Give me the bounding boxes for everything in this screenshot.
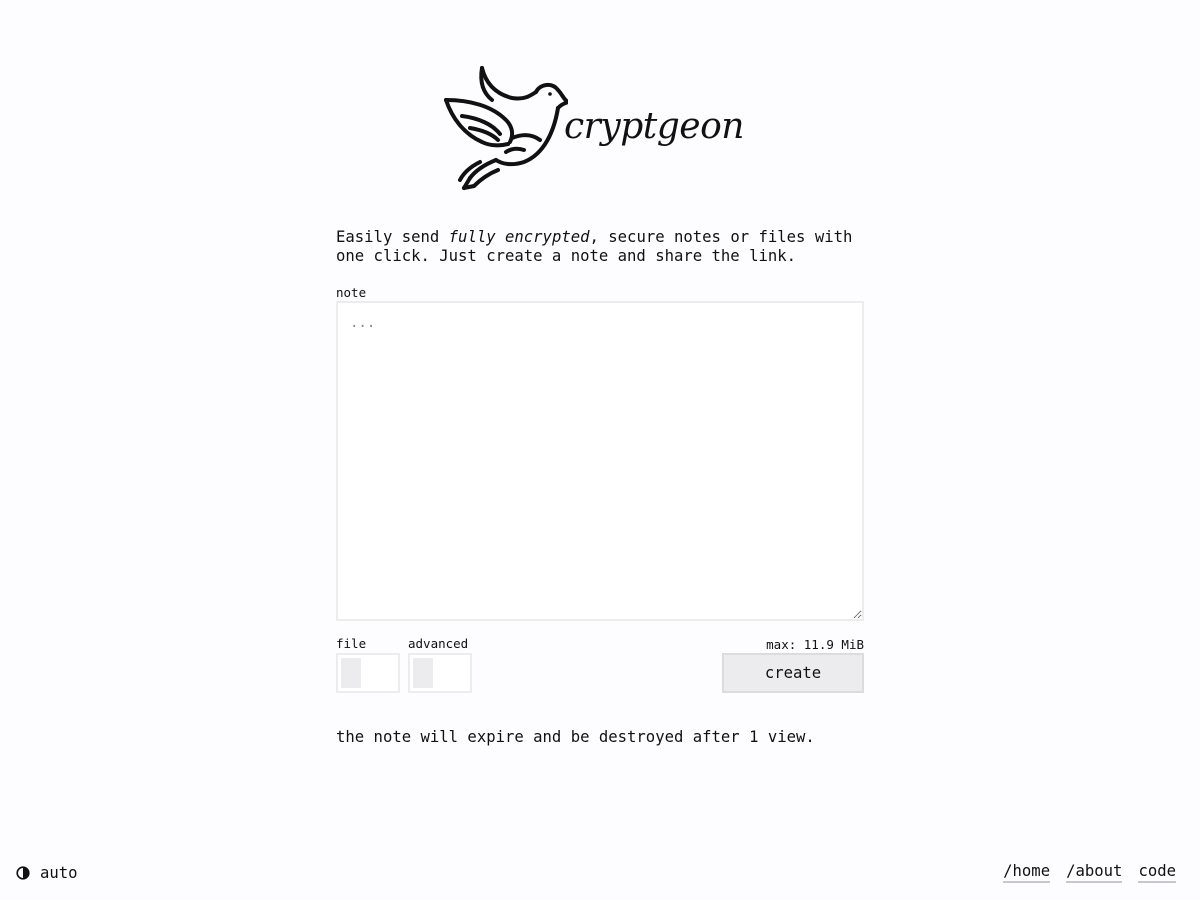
intro-emphasis: fully encrypted [448, 228, 590, 246]
note-input[interactable] [336, 301, 864, 621]
advanced-label: advanced [408, 636, 469, 651]
footer-nav: /home /about code [1003, 862, 1176, 883]
expiry-text: the note will expire and be destroyed af… [336, 728, 815, 746]
dove-icon [444, 66, 568, 190]
home-link[interactable]: /home [1003, 862, 1051, 883]
max-size-label: max: 11.9 MiB [766, 637, 864, 652]
file-toggle[interactable] [336, 653, 400, 693]
create-button[interactable]: create [722, 653, 864, 693]
advanced-toggle-knob [413, 658, 433, 688]
brand-name: cryptgeon [564, 106, 744, 147]
note-label: note [336, 285, 367, 300]
intro-before: Easily send [336, 228, 449, 246]
half-circle-contrast-icon [16, 866, 30, 880]
page: cryptgeon Easily send fully encrypted, s… [0, 0, 1200, 900]
theme-label: auto [40, 864, 78, 882]
about-link[interactable]: /about [1066, 862, 1123, 883]
intro-text: Easily send fully encrypted, secure note… [336, 228, 876, 266]
logo: cryptgeon [440, 62, 744, 194]
file-toggle-knob [341, 658, 361, 688]
advanced-toggle[interactable] [408, 653, 472, 693]
theme-toggle[interactable]: auto [16, 864, 78, 882]
file-label: file [336, 636, 367, 651]
code-link[interactable]: code [1138, 862, 1176, 883]
